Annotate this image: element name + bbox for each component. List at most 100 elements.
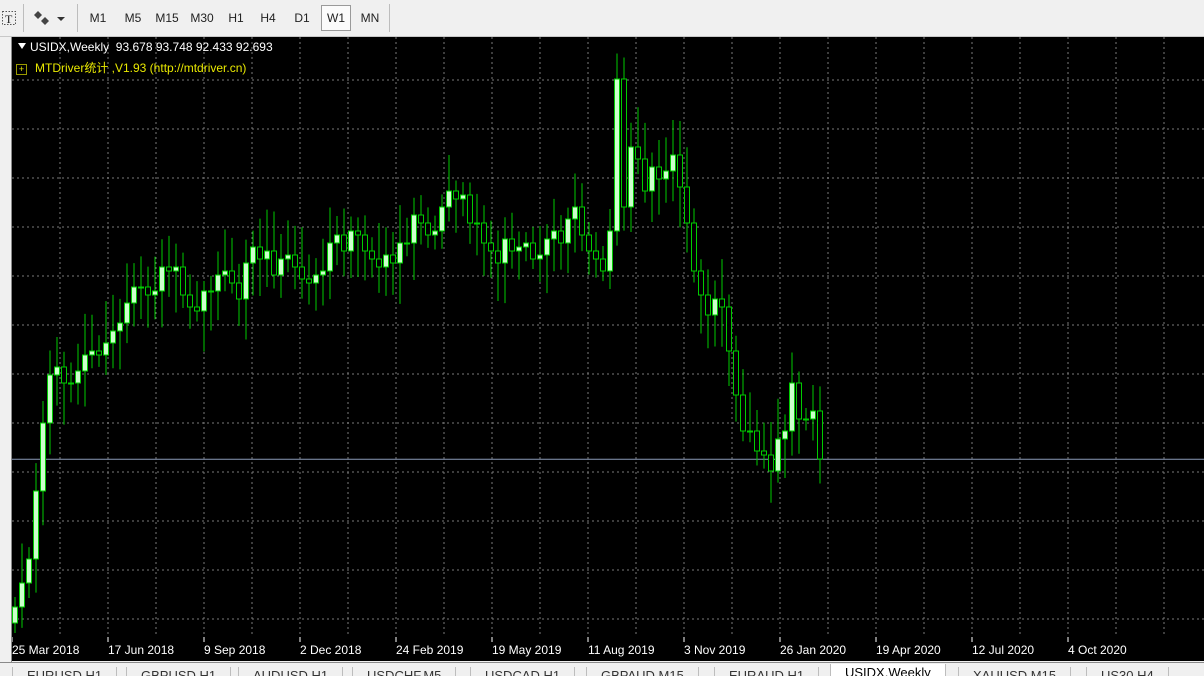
candle-body [810, 410, 816, 420]
candle-body [138, 286, 144, 289]
candle-body [369, 250, 375, 260]
candle-body [789, 382, 795, 432]
x-axis-tick-label: 26 Jan 2020 [780, 643, 847, 657]
candle-body [194, 306, 200, 312]
candle-body [775, 438, 781, 472]
candle-body [89, 350, 95, 356]
candle-body [705, 294, 711, 316]
x-axis-tick-label: 19 Apr 2020 [876, 643, 941, 657]
candle-body [642, 158, 648, 192]
candle-body [397, 242, 403, 264]
candle-body [586, 234, 592, 252]
indicator-label: + MTDriver统计 ,V1.93 (http://mtdriver.cn) [16, 59, 246, 76]
candle-body [593, 250, 599, 260]
indicator-text: MTDriver统计 ,V1.93 (http://mtdriver.cn) [35, 61, 247, 75]
timeframe-m15-button[interactable]: M15 [150, 5, 184, 31]
candle-body [103, 342, 109, 356]
candle-body [439, 206, 445, 232]
candle-body [201, 290, 207, 312]
x-axis-tick-label: 2 Dec 2018 [300, 643, 362, 657]
candle-body [635, 146, 641, 160]
candle-body [75, 370, 81, 384]
candle-body [124, 302, 130, 324]
chart-header: USIDX,Weekly 93.678 93.748 92.433 92.693 [18, 40, 273, 54]
candle-body [474, 222, 480, 225]
timeframe-mn-button[interactable]: MN [355, 5, 385, 31]
price-chart[interactable]: USIDX,Weekly 93.678 93.748 92.433 92.693… [12, 37, 1204, 661]
candle-body [656, 166, 662, 180]
x-axis-tick-label: 12 Jul 2020 [972, 643, 1035, 657]
candle-body [208, 290, 214, 293]
candle-body [495, 250, 501, 264]
candle-body [145, 286, 151, 296]
candle-body [621, 78, 627, 208]
candle-body [187, 294, 193, 308]
candle-body [537, 254, 543, 260]
candle-body [96, 350, 102, 356]
chart-tab-usidx-weekly[interactable]: USIDX,Weekly [830, 664, 946, 676]
timeframe-d1-button[interactable]: D1 [287, 5, 317, 31]
candle-body [166, 266, 172, 272]
candle-body [390, 254, 396, 264]
timeframe-m30-button[interactable]: M30 [186, 5, 218, 31]
candle-body [719, 298, 725, 308]
x-axis-tick-label: 24 Feb 2019 [396, 643, 464, 657]
drawing-tools-dropdown[interactable] [32, 5, 68, 31]
x-axis-tick-label: 19 May 2019 [492, 643, 562, 657]
candle-body [117, 322, 123, 332]
candle-body [740, 394, 746, 432]
x-axis-tick-label: 25 Mar 2018 [12, 643, 80, 657]
candle-body [670, 154, 676, 172]
x-axis-tick-label: 11 Aug 2019 [588, 643, 655, 657]
candle-body [607, 230, 613, 272]
timeframe-h1-button[interactable]: H1 [222, 5, 250, 31]
candle-body [68, 382, 74, 385]
text-tool-icon[interactable]: T [0, 5, 18, 31]
candle-body [768, 454, 774, 472]
candle-body [754, 430, 760, 452]
timeframe-h4-button[interactable]: H4 [254, 5, 282, 31]
candle-body [446, 190, 452, 208]
candle-body [243, 262, 249, 300]
candle-body [761, 450, 767, 456]
collapse-triangle-icon[interactable] [18, 43, 26, 49]
candle-body [425, 222, 431, 236]
candle-body [726, 306, 732, 352]
candle-body [698, 270, 704, 296]
x-axis-tick-label: 4 Oct 2020 [1068, 643, 1127, 657]
candle-body [411, 214, 417, 244]
svg-text:T: T [5, 12, 13, 26]
timeframe-m1-button[interactable]: M1 [83, 5, 113, 31]
candle-body [817, 410, 823, 460]
x-axis-tick-label: 3 Nov 2019 [684, 643, 746, 657]
candle-body [376, 258, 382, 268]
candle-body [684, 186, 690, 224]
candle-body [40, 422, 46, 492]
x-axis-tick-label: 17 Jun 2018 [108, 643, 175, 657]
candle-body [628, 146, 634, 208]
candle-body [19, 582, 25, 608]
timeframe-w1-button[interactable]: W1 [321, 5, 351, 31]
timeframe-m5-button[interactable]: M5 [118, 5, 148, 31]
candle-body [152, 290, 158, 296]
candle-body [467, 194, 473, 224]
candle-body [516, 246, 522, 252]
candlestick-chart [12, 37, 1204, 642]
candle-body [26, 558, 32, 584]
candle-body [320, 270, 326, 276]
candle-body [579, 206, 585, 236]
candle-body [502, 238, 508, 264]
candle-body [796, 382, 802, 420]
candle-body [544, 238, 550, 256]
candle-body [257, 246, 263, 260]
candle-body [691, 222, 697, 272]
candle-body [572, 206, 578, 220]
shapes-icon [34, 11, 65, 25]
candle-body [418, 214, 424, 224]
candle-body [292, 254, 298, 268]
candle-body [481, 222, 487, 244]
candle-body [530, 242, 536, 260]
expand-plus-icon[interactable]: + [16, 64, 27, 75]
candle-body [271, 250, 277, 276]
candle-body [404, 242, 410, 245]
